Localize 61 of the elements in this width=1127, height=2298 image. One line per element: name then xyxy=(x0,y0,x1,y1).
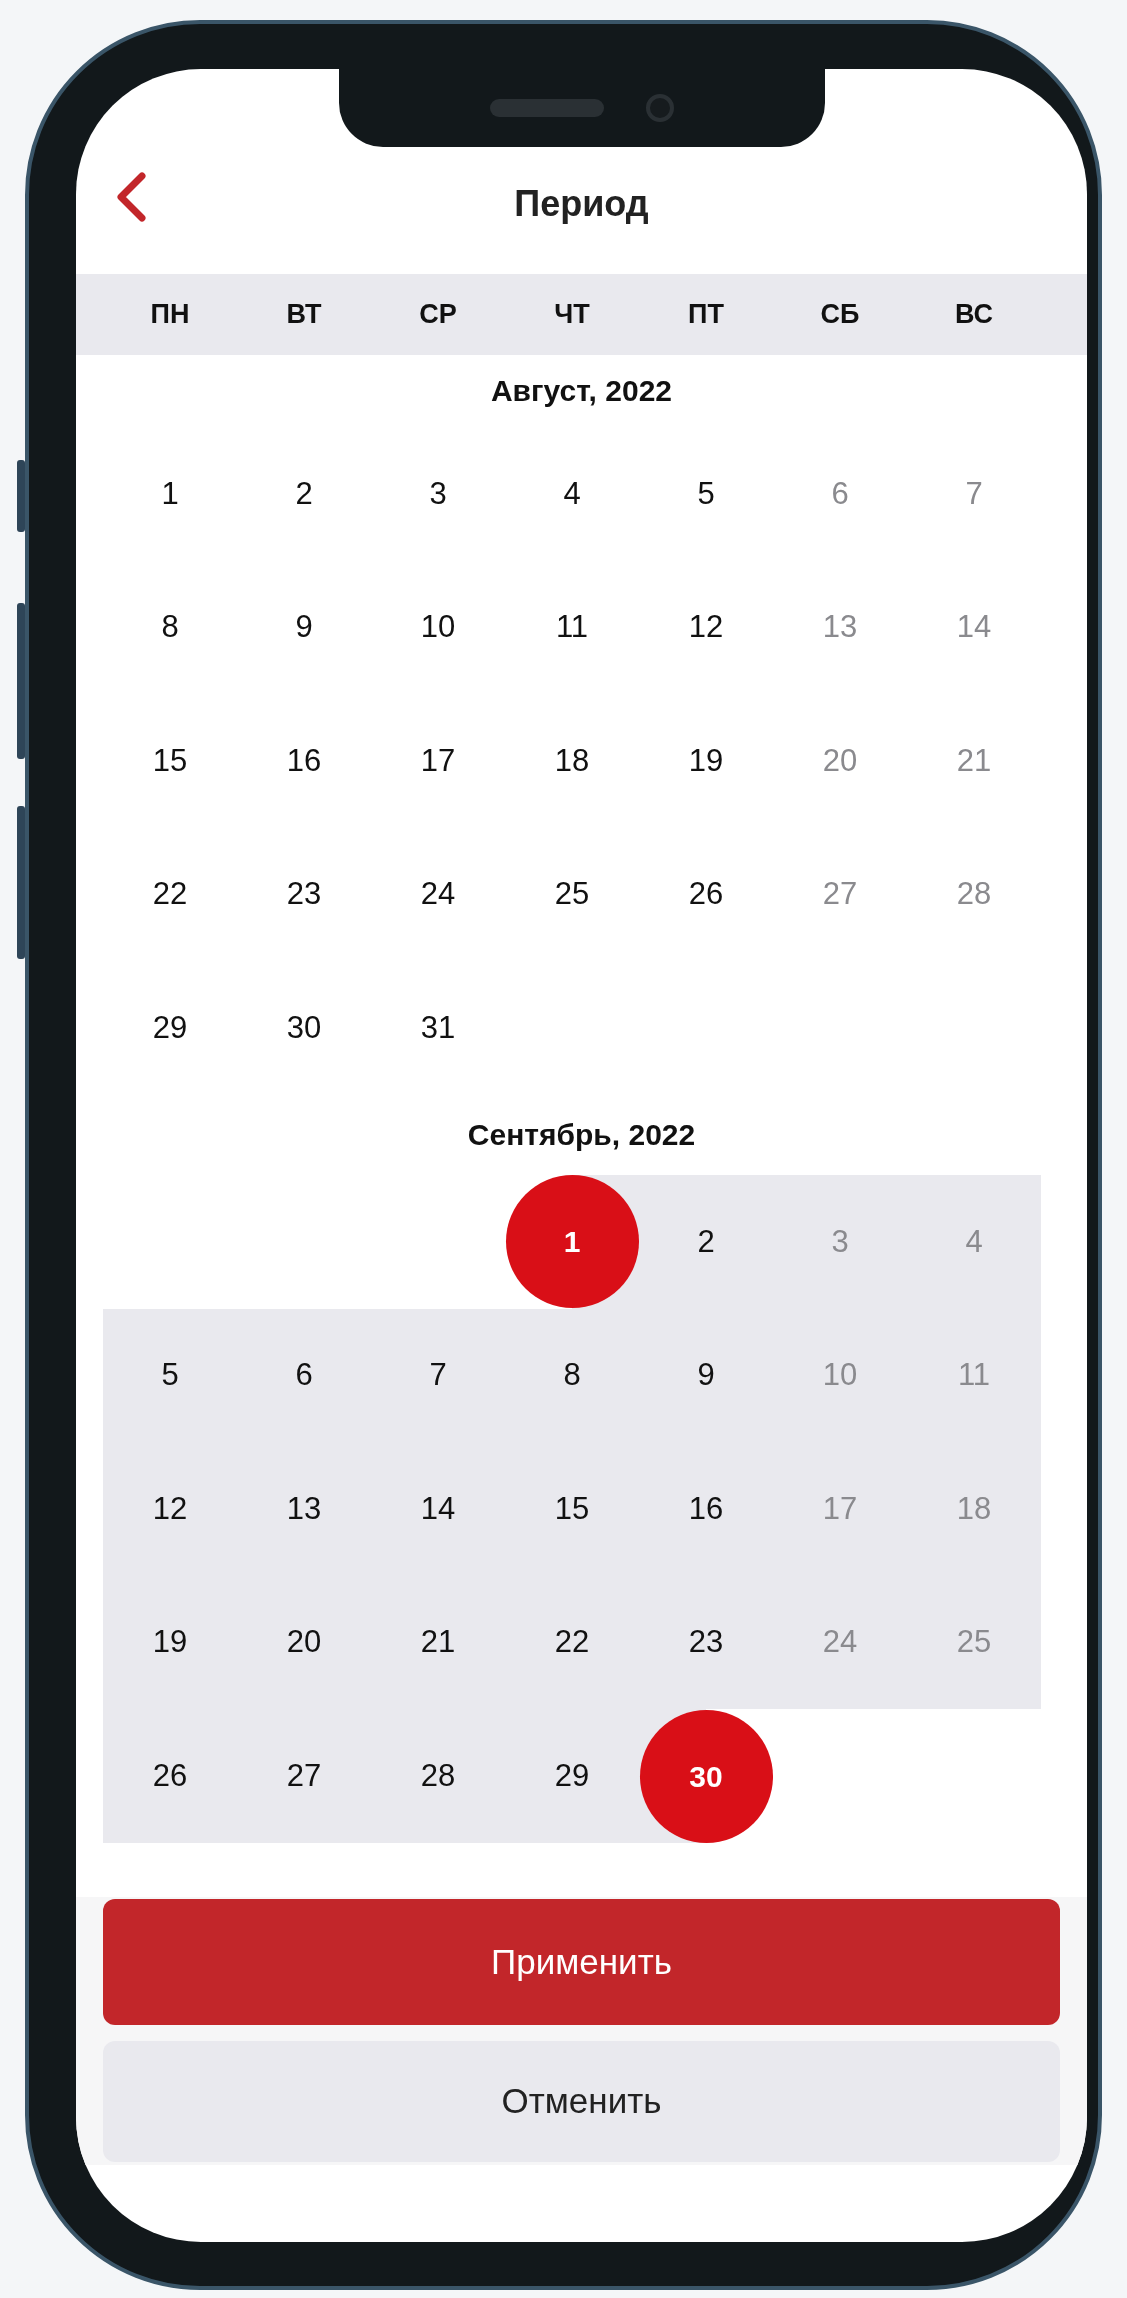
day-cell[interactable]: 22 xyxy=(103,827,237,962)
selected-day[interactable]: 1 xyxy=(505,1175,639,1309)
weekday-label: ВТ xyxy=(285,298,323,332)
day-cell[interactable]: 18 xyxy=(505,694,639,828)
speaker-icon xyxy=(489,99,604,117)
day-cell[interactable]: 20 xyxy=(237,1575,371,1710)
day-cell[interactable]: 27 xyxy=(237,1709,371,1843)
day-cell[interactable]: 9 xyxy=(237,560,371,695)
day-cell[interactable]: 14 xyxy=(371,1442,505,1576)
apply-button[interactable]: Применить xyxy=(103,1898,1060,2025)
day-cell[interactable]: 17 xyxy=(371,694,505,828)
weekday-label: ПН xyxy=(149,298,191,332)
day-cell[interactable]: 31 xyxy=(371,961,505,1095)
month-title: Август, 2022 xyxy=(489,373,674,409)
day-cell[interactable]: 9 xyxy=(639,1308,773,1443)
day-cell[interactable]: 3 xyxy=(371,427,505,561)
day-cell[interactable]: 29 xyxy=(505,1709,639,1843)
day-cell[interactable]: 8 xyxy=(103,560,237,695)
selected-day[interactable]: 30 xyxy=(639,1709,773,1843)
back-icon xyxy=(114,171,148,223)
day-cell[interactable]: 24 xyxy=(371,827,505,962)
day-cell[interactable]: 23 xyxy=(237,827,371,962)
day-cell[interactable]: 4 xyxy=(505,427,639,561)
day-cell[interactable]: 2 xyxy=(639,1174,773,1309)
day-cell[interactable]: 28 xyxy=(371,1709,505,1843)
day-cell[interactable]: 23 xyxy=(639,1575,773,1710)
day-cell[interactable]: 8 xyxy=(505,1308,639,1443)
day-cell[interactable]: 15 xyxy=(505,1442,639,1576)
weekday-label: СБ xyxy=(819,298,861,332)
day-cell[interactable]: 22 xyxy=(505,1575,639,1710)
day-cell[interactable]: 30 xyxy=(237,961,371,1095)
month-title: Сентябрь, 2022 xyxy=(466,1116,697,1153)
back-button[interactable] xyxy=(114,171,148,223)
day-cell[interactable]: 2 xyxy=(237,427,371,561)
screen-title: Период xyxy=(514,182,649,226)
day-cell[interactable]: 26 xyxy=(103,1709,237,1843)
day-cell[interactable]: 16 xyxy=(237,694,371,828)
day-cell[interactable]: 5 xyxy=(639,427,773,561)
day-cell[interactable]: 16 xyxy=(639,1442,773,1576)
day-cell[interactable]: 19 xyxy=(103,1575,237,1710)
day-cell[interactable]: 13 xyxy=(237,1442,371,1576)
day-cell[interactable]: 7 xyxy=(371,1308,505,1443)
day-cell[interactable]: 6 xyxy=(237,1308,371,1443)
camera-icon xyxy=(645,94,674,122)
weekday-label: СР xyxy=(418,298,458,332)
day-cell[interactable]: 5 xyxy=(103,1308,237,1443)
weekday-label: ВС xyxy=(954,298,994,332)
day-cell[interactable]: 26 xyxy=(639,827,773,962)
day-cell[interactable]: 11 xyxy=(505,560,639,695)
day-cell[interactable]: 21 xyxy=(371,1575,505,1710)
day-cell[interactable]: 1 xyxy=(103,427,237,561)
day-cell[interactable]: 19 xyxy=(639,694,773,828)
cancel-button[interactable]: Отменить xyxy=(103,2040,1060,2162)
day-cell[interactable]: 15 xyxy=(103,694,237,828)
day-cell[interactable]: 12 xyxy=(103,1442,237,1576)
weekday-label: ЧТ xyxy=(553,298,591,332)
day-cell[interactable]: 10 xyxy=(371,560,505,695)
day-cell[interactable]: 25 xyxy=(505,827,639,962)
weekday-label: ПТ xyxy=(687,298,725,332)
day-cell[interactable]: 29 xyxy=(103,961,237,1095)
day-cell[interactable]: 12 xyxy=(639,560,773,695)
